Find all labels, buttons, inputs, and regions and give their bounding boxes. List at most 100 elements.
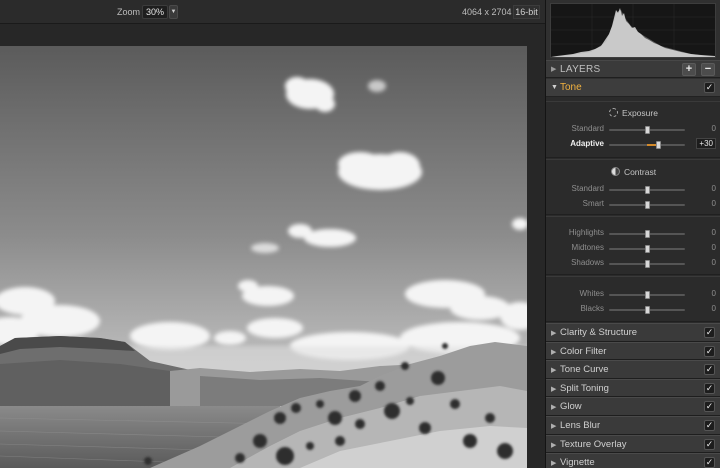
slider-label: Whites — [579, 289, 604, 298]
tone-title: Tone — [560, 82, 582, 93]
slider-value: 0 — [711, 184, 716, 193]
slider-label: Smart — [582, 199, 604, 208]
slider-row-highlights: Highlights 0 — [546, 228, 720, 240]
expand-arrow-icon[interactable]: ▶ — [551, 385, 556, 393]
slider-label: Highlights — [568, 228, 604, 237]
contrast-standard-slider[interactable] — [609, 186, 685, 194]
slider-label: Standard — [571, 184, 604, 193]
tone-expand-icon[interactable]: ▼ — [551, 84, 558, 91]
slider-knob[interactable] — [656, 141, 662, 149]
whites-slider[interactable] — [609, 291, 685, 299]
zoom-input[interactable]: 30% — [142, 5, 168, 19]
slider-value: 0 — [711, 228, 716, 237]
highlights-slider[interactable] — [609, 230, 685, 238]
section-enabled-checkbox[interactable]: ✓ — [704, 345, 715, 357]
tone-panel: Exposure Standard 0 Adaptive +30 Contras… — [546, 97, 720, 323]
slider-value: 0 — [711, 304, 716, 313]
section-title: Color Filter — [560, 345, 607, 357]
expand-arrow-icon[interactable]: ▶ — [551, 422, 556, 430]
slider-value: 0 — [711, 124, 716, 133]
section-title: Texture Overlay — [560, 438, 627, 450]
contrast-group: Contrast Standard 0 Smart 0 — [546, 159, 720, 215]
section-title: Clarity & Structure — [560, 327, 638, 338]
expand-arrow-icon[interactable]: ▶ — [551, 403, 556, 411]
midtones-slider[interactable] — [609, 245, 685, 253]
contrast-half-circle-icon — [610, 167, 620, 176]
slider-row-whites: Whites 0 — [546, 289, 720, 301]
expand-arrow-icon[interactable]: ▶ — [551, 366, 556, 374]
section-title: Tone Curve — [560, 364, 609, 376]
slider-value-input[interactable]: +30 — [696, 138, 716, 149]
expand-arrow-icon[interactable]: ▶ — [551, 459, 556, 467]
layers-collapse-icon[interactable]: ▶ — [551, 65, 556, 73]
slider-knob[interactable] — [645, 230, 650, 238]
slider-row-contrast-smart: Smart 0 — [546, 199, 720, 211]
section-enabled-checkbox[interactable]: ✓ — [704, 327, 715, 338]
slider-label: Adaptive — [570, 139, 604, 148]
slider-knob[interactable] — [645, 186, 650, 194]
photo-preview[interactable] — [0, 46, 527, 468]
section-split-toning[interactable]: ▶ Split Toning ✓ — [546, 378, 720, 398]
section-tone-curve[interactable]: ▶ Tone Curve ✓ — [546, 360, 720, 379]
blacks-slider[interactable] — [609, 306, 685, 314]
exposure-standard-slider[interactable] — [609, 126, 685, 134]
contrast-smart-slider[interactable] — [609, 201, 685, 209]
expand-arrow-icon[interactable]: ▶ — [551, 329, 556, 337]
slider-knob[interactable] — [645, 245, 650, 253]
exposure-title: Exposure — [622, 108, 658, 118]
zoom-dropdown-button[interactable]: ▼ — [169, 5, 178, 19]
section-enabled-checkbox[interactable]: ✓ — [704, 457, 715, 468]
zoom-label: Zoom — [117, 7, 141, 17]
slider-row-blacks: Blacks 0 — [546, 304, 720, 316]
shadows-slider[interactable] — [609, 260, 685, 268]
slider-value: 0 — [711, 289, 716, 298]
layers-header[interactable]: ▶ LAYERS + − — [546, 60, 720, 78]
slider-label: Midtones — [571, 243, 604, 252]
slider-value: 0 — [711, 258, 716, 267]
slider-row-midtones: Midtones 0 — [546, 243, 720, 255]
section-glow[interactable]: ▶ Glow ✓ — [546, 397, 720, 416]
tones-group: Highlights 0 Midtones 0 Shadows 0 — [546, 216, 720, 275]
slider-row-shadows: Shadows 0 — [546, 258, 720, 270]
section-enabled-checkbox[interactable]: ✓ — [704, 419, 715, 431]
levels-group: Whites 0 Blacks 0 — [546, 276, 720, 322]
top-toolbar: Zoom 30% ▼ 4064 x 2704 16-bit — [0, 0, 545, 24]
section-texture-overlay[interactable]: ▶ Texture Overlay ✓ — [546, 434, 720, 454]
section-enabled-checkbox[interactable]: ✓ — [704, 382, 715, 394]
section-title: Glow — [560, 401, 582, 413]
add-layer-button[interactable]: + — [682, 63, 696, 76]
slider-label: Shadows — [571, 258, 604, 267]
filter-sections: ▶ Clarity & Structure ✓ ▶ Color Filter ✓… — [546, 323, 720, 468]
slider-knob[interactable] — [645, 126, 650, 134]
slider-knob[interactable] — [645, 201, 650, 209]
canvas-area[interactable] — [0, 24, 545, 468]
tone-section-header[interactable]: ▼ Tone ✓ — [546, 79, 720, 97]
slider-row-contrast-standard: Standard 0 — [546, 184, 720, 196]
section-title: Lens Blur — [560, 419, 601, 431]
histogram — [550, 3, 716, 58]
expand-arrow-icon[interactable]: ▶ — [551, 441, 556, 449]
exposure-adaptive-slider[interactable] — [609, 141, 685, 149]
slider-row-exposure-adaptive: Adaptive +30 — [546, 138, 720, 151]
tone-enabled-checkbox[interactable]: ✓ — [704, 82, 715, 93]
layers-title: LAYERS — [560, 64, 601, 75]
section-enabled-checkbox[interactable]: ✓ — [704, 438, 715, 450]
bit-depth-badge[interactable]: 16-bit — [513, 5, 540, 19]
exposure-sun-icon — [609, 108, 619, 117]
image-dimensions: 4064 x 2704 — [462, 7, 512, 17]
section-color-filter[interactable]: ▶ Color Filter ✓ — [546, 341, 720, 361]
expand-arrow-icon[interactable]: ▶ — [551, 348, 556, 356]
section-lens-blur[interactable]: ▶ Lens Blur ✓ — [546, 415, 720, 435]
slider-value: 0 — [711, 199, 716, 208]
right-panel: ▶ LAYERS + − ▼ Tone ✓ Exposure Standard … — [545, 0, 720, 468]
slider-knob[interactable] — [645, 291, 650, 299]
section-enabled-checkbox[interactable]: ✓ — [704, 364, 715, 376]
remove-layer-button[interactable]: − — [701, 63, 715, 76]
section-enabled-checkbox[interactable]: ✓ — [704, 401, 715, 413]
slider-knob[interactable] — [645, 306, 650, 314]
slider-label: Standard — [571, 124, 604, 133]
contrast-title: Contrast — [623, 167, 657, 177]
slider-knob[interactable] — [645, 260, 650, 268]
section-clarity-structure[interactable]: ▶ Clarity & Structure ✓ — [546, 323, 720, 342]
section-vignette[interactable]: ▶ Vignette ✓ — [546, 453, 720, 468]
